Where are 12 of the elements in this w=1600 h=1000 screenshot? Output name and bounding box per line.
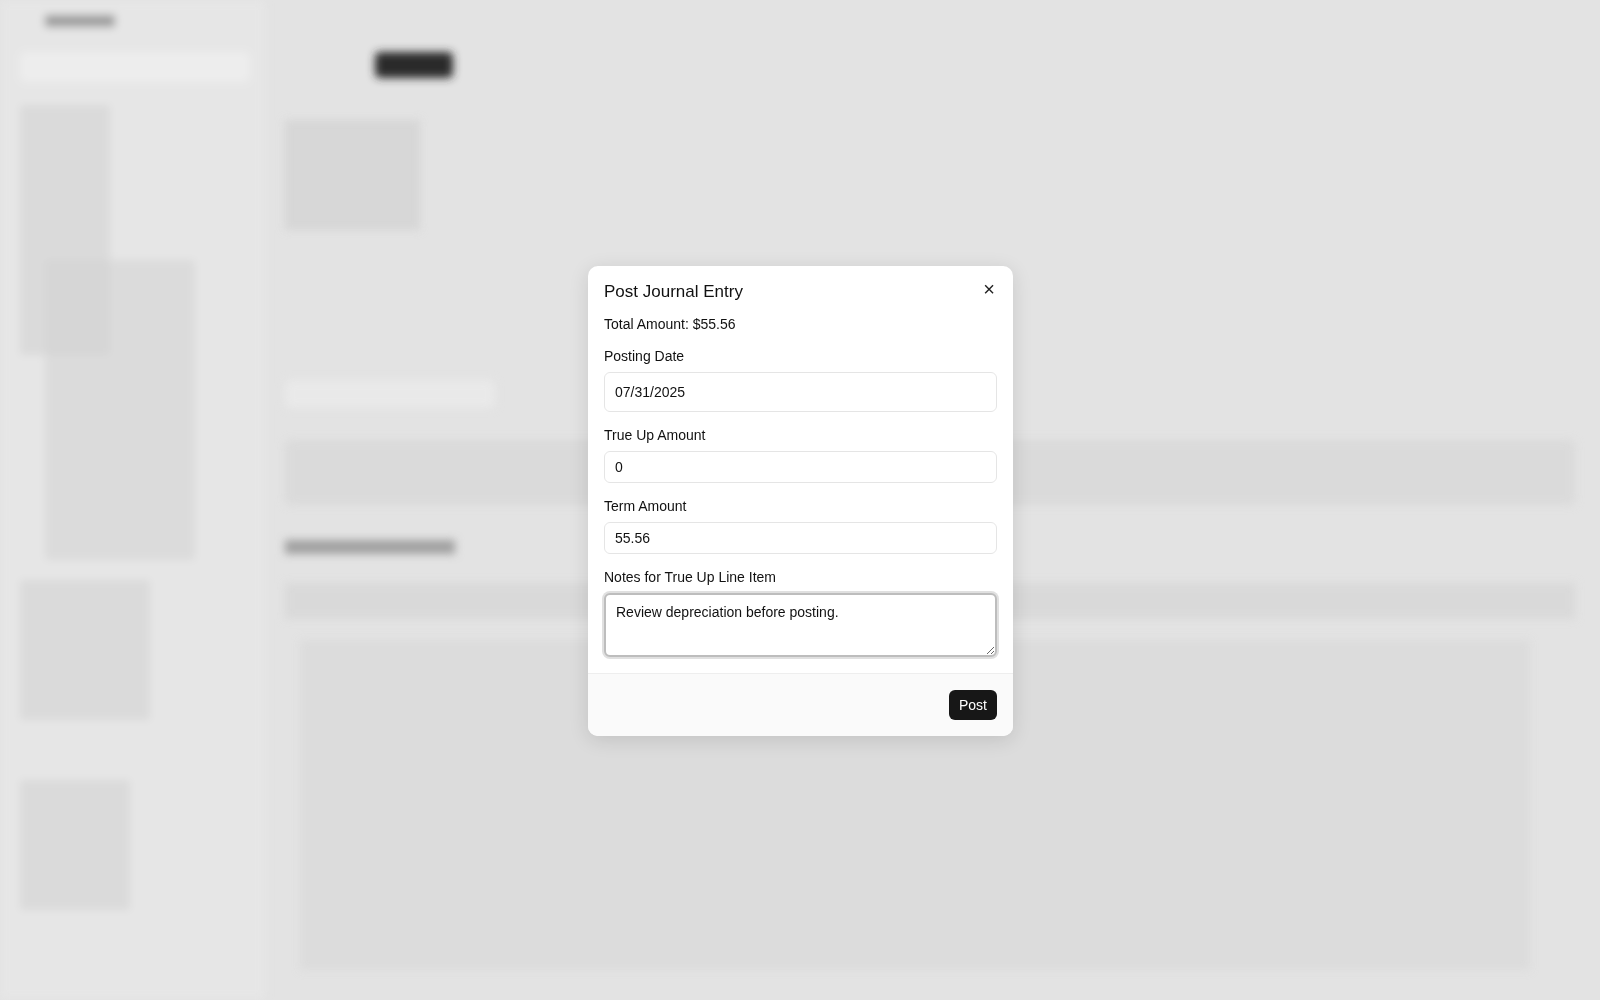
field-label: True Up Amount	[604, 427, 707, 443]
post-button[interactable]: Post	[949, 690, 997, 720]
input-field[interactable]: 55.56	[604, 522, 997, 554]
field-label: Notes for True Up Line Item	[604, 569, 777, 585]
field-label: Posting Date	[604, 348, 686, 364]
notes-field[interactable]: Review depreciation before posting.	[604, 593, 997, 657]
field-label: Term Amount	[604, 498, 688, 514]
dialog-title: Post Journal Entry	[604, 281, 743, 302]
input-field[interactable]: 07/31/2025	[604, 372, 997, 412]
input-field[interactable]: 0	[604, 451, 997, 483]
total-amount: Total Amount: $55.56	[604, 316, 737, 332]
close-button[interactable]: ×	[981, 280, 997, 298]
